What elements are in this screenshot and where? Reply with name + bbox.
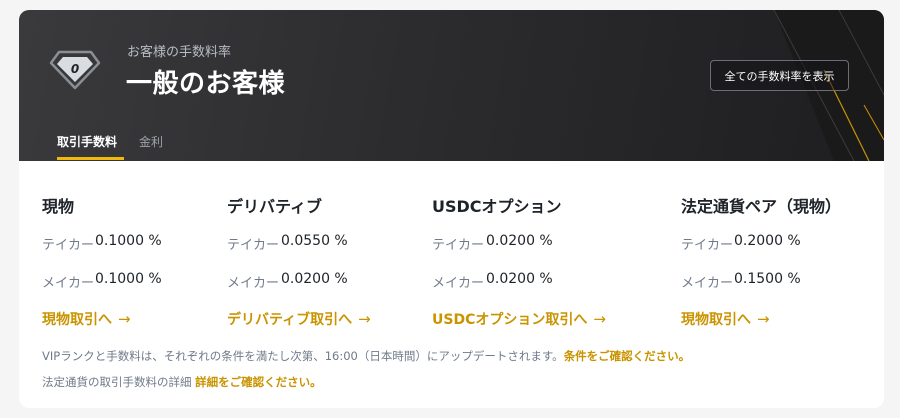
maker-value: 0.0200 % bbox=[486, 271, 553, 287]
taker-value: 0.2000 % bbox=[734, 233, 801, 249]
taker-label: テイカー bbox=[42, 238, 95, 253]
details-link[interactable]: 詳細をご確認ください。 bbox=[195, 375, 322, 389]
link-label: 現物取引へ bbox=[42, 312, 112, 328]
maker-label: メイカー bbox=[227, 276, 280, 291]
vip-update-note: VIPランクと手数料は、それぞれの条件を満たし次第、16:00（日本時間）にアッ… bbox=[42, 348, 690, 364]
spot-trade-link[interactable]: 現物取引へ → bbox=[42, 309, 131, 329]
tab-trading-fees[interactable]: 取引手数料 bbox=[57, 133, 117, 150]
maker-label: メイカー bbox=[432, 276, 485, 291]
view-all-fees-button[interactable]: 全ての手数料率を表示 bbox=[710, 60, 849, 91]
badge-level: 0 bbox=[71, 62, 79, 76]
fiat-fee-note: 法定通貨の取引手数料の詳細 詳細をご確認ください。 bbox=[42, 374, 322, 390]
arrow-right-icon: → bbox=[757, 310, 770, 328]
fee-card: 0 お客様の手数料率 一般のお客様 全ての手数料率を表示 取引手数料 金利 現物… bbox=[19, 10, 884, 408]
link-label: デリバティブ取引へ bbox=[227, 312, 353, 328]
taker-value: 0.0200 % bbox=[486, 233, 553, 249]
taker-value: 0.1000 % bbox=[95, 233, 162, 249]
taker-value: 0.0550 % bbox=[281, 233, 348, 249]
maker-value: 0.0200 % bbox=[281, 271, 348, 287]
link-label: 現物取引へ bbox=[681, 312, 751, 328]
maker-value: 0.1500 % bbox=[734, 271, 801, 287]
usdc-options-trade-link[interactable]: USDCオプション取引へ → bbox=[432, 309, 606, 329]
link-label: USDCオプション取引へ bbox=[432, 312, 588, 328]
conditions-link[interactable]: 条件をご確認ください。 bbox=[564, 349, 691, 363]
taker-label: テイカー bbox=[432, 238, 485, 253]
column-title: デリバティブ bbox=[227, 197, 323, 216]
taker-label: テイカー bbox=[681, 238, 734, 253]
maker-value: 0.1000 % bbox=[95, 271, 162, 287]
arrow-right-icon: → bbox=[358, 310, 371, 328]
user-tier-title: 一般のお客様 bbox=[126, 69, 286, 99]
maker-label: メイカー bbox=[42, 276, 95, 291]
diamond-badge-icon: 0 bbox=[49, 50, 101, 90]
column-title: 現物 bbox=[42, 197, 75, 216]
derivatives-trade-link[interactable]: デリバティブ取引へ → bbox=[227, 309, 371, 329]
note-text: VIPランクと手数料は、それぞれの条件を満たし次第、16:00（日本時間）にアッ… bbox=[42, 349, 564, 363]
arrow-right-icon: → bbox=[118, 310, 131, 328]
fee-hero-banner: 0 お客様の手数料率 一般のお客様 全ての手数料率を表示 取引手数料 金利 bbox=[19, 10, 884, 161]
maker-label: メイカー bbox=[681, 276, 734, 291]
fee-subtitle: お客様の手数料率 bbox=[127, 45, 232, 60]
taker-label: テイカー bbox=[227, 238, 280, 253]
tab-interest[interactable]: 金利 bbox=[139, 133, 163, 150]
column-title: 法定通貨ペア（現物） bbox=[681, 197, 842, 216]
fiat-spot-trade-link[interactable]: 現物取引へ → bbox=[681, 309, 770, 329]
active-tab-indicator bbox=[57, 157, 124, 160]
column-title: USDCオプション bbox=[432, 197, 562, 216]
note-text: 法定通貨の取引手数料の詳細 bbox=[42, 375, 192, 389]
arrow-right-icon: → bbox=[593, 310, 606, 328]
